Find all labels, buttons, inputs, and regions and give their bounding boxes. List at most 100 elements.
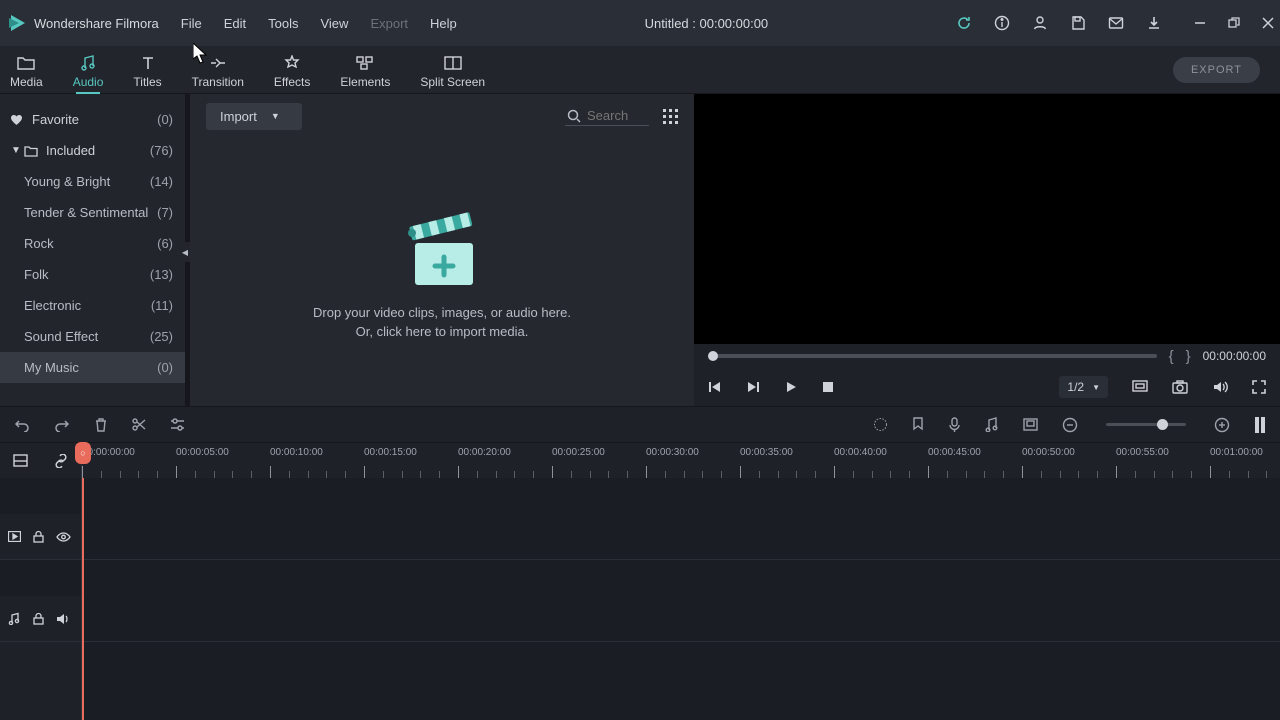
zoom-fit-icon[interactable] — [1254, 416, 1266, 434]
preview-scrubber[interactable] — [708, 354, 1157, 358]
account-icon[interactable] — [1032, 15, 1048, 31]
media-panel: Import ▼ Drop your video clips, im — [190, 94, 694, 406]
ruler-label: 00:01:00:00 — [1210, 447, 1263, 458]
link-icon[interactable] — [53, 454, 69, 468]
preview-timecode: 00:00:00:00 — [1203, 349, 1266, 363]
menu-help[interactable]: Help — [430, 16, 457, 31]
text-icon — [140, 54, 156, 72]
mail-icon[interactable] — [1108, 15, 1124, 31]
ruler-label: 00:00:40:00 — [834, 447, 887, 458]
volume-icon[interactable] — [1212, 380, 1228, 394]
sidebar-item-sound-effect[interactable]: Sound Effect(25) — [0, 321, 185, 352]
edit-tools-icon[interactable] — [170, 418, 185, 431]
timeline-ruler[interactable]: 00:00:00:0000:00:05:0000:00:10:0000:00:1… — [82, 443, 1280, 478]
download-icon[interactable] — [1146, 15, 1162, 31]
timeline-zoom-slider[interactable] — [1106, 423, 1186, 426]
tab-titles[interactable]: Titles — [133, 54, 161, 93]
maximize-icon[interactable] — [1228, 17, 1240, 29]
menu-view[interactable]: View — [320, 16, 348, 31]
audio-mixer-icon[interactable] — [985, 417, 999, 432]
elements-icon — [356, 54, 374, 72]
sidebar-item-my-music[interactable]: My Music(0) — [0, 352, 185, 383]
lock-icon[interactable] — [33, 612, 44, 625]
chevron-down-icon: ▼ — [1092, 383, 1100, 392]
timeline-toolbar — [0, 406, 1280, 442]
tab-media[interactable]: Media — [10, 54, 43, 93]
ruler-label: 00:00:35:00 — [740, 447, 793, 458]
ruler-label: 00:00:30:00 — [646, 447, 699, 458]
playhead[interactable]: ○ — [82, 478, 84, 720]
snapshot-icon[interactable] — [1172, 380, 1188, 394]
export-button: EXPORT — [1173, 57, 1260, 83]
tab-elements[interactable]: Elements — [340, 54, 390, 93]
tab-split-screen[interactable]: Split Screen — [420, 54, 485, 93]
sidebar-item-young-bright[interactable]: Young & Bright(14) — [0, 166, 185, 197]
tab-effects[interactable]: Effects — [274, 54, 310, 93]
fullscreen-icon[interactable] — [1252, 380, 1266, 394]
undo-icon[interactable] — [14, 418, 30, 432]
close-icon[interactable] — [1262, 17, 1274, 29]
drop-text-1: Drop your video clips, images, or audio … — [313, 303, 571, 323]
visibility-icon[interactable] — [56, 532, 71, 542]
redo-icon[interactable] — [54, 418, 70, 432]
playhead-handle[interactable]: ○ — [75, 442, 91, 464]
ruler-label: 00:00:25:00 — [552, 447, 605, 458]
app-logo-icon — [6, 12, 28, 34]
sidebar-item-included[interactable]: ▼ Included (76) — [0, 135, 185, 166]
mark-out-brace[interactable]: } — [1186, 348, 1191, 365]
collapse-sidebar-handle[interactable]: ◀ — [180, 242, 190, 262]
media-drop-zone[interactable]: Drop your video clips, images, or audio … — [190, 138, 694, 406]
preview-zoom-select[interactable]: 1/2 ▼ — [1059, 376, 1108, 398]
sidebar-item-tender-sentimental[interactable]: Tender & Sentimental(7) — [0, 197, 185, 228]
marker-icon[interactable] — [912, 417, 924, 432]
menu-tools[interactable]: Tools — [268, 16, 298, 31]
menu-bar: File Edit Tools View Export Help — [181, 16, 457, 31]
next-frame-button[interactable] — [746, 380, 760, 394]
timeline-tracks[interactable]: ○ — [82, 478, 1280, 720]
timeline-ruler-row: 00:00:00:0000:00:05:0000:00:10:0000:00:1… — [0, 442, 1280, 478]
search-icon — [567, 109, 581, 123]
menu-file[interactable]: File — [181, 16, 202, 31]
mute-icon[interactable] — [56, 613, 70, 625]
lock-icon[interactable] — [33, 530, 44, 543]
zoom-in-icon[interactable] — [1214, 417, 1230, 433]
sidebar-item-favorite[interactable]: Favorite (0) — [0, 104, 185, 135]
tab-transition[interactable]: Transition — [192, 54, 244, 93]
voiceover-icon[interactable] — [948, 417, 961, 433]
render-icon[interactable] — [873, 417, 888, 432]
minimize-icon[interactable] — [1194, 17, 1206, 29]
tab-audio[interactable]: Audio — [73, 54, 104, 93]
video-track-head — [0, 514, 81, 560]
timeline-manage-icon[interactable] — [13, 454, 28, 467]
info-icon[interactable] — [994, 15, 1010, 31]
sidebar-item-rock[interactable]: Rock(6) — [0, 228, 185, 259]
save-icon[interactable] — [1070, 15, 1086, 31]
prev-frame-button[interactable] — [708, 380, 722, 394]
zoom-out-icon[interactable] — [1062, 417, 1078, 433]
clapper-icon — [397, 203, 487, 293]
audio-track[interactable] — [82, 596, 1280, 642]
mark-in-brace[interactable]: { — [1169, 348, 1174, 365]
delete-icon[interactable] — [94, 417, 108, 432]
menu-edit[interactable]: Edit — [224, 16, 246, 31]
search-input-wrap[interactable] — [565, 106, 649, 126]
sidebar-item-folk[interactable]: Folk(13) — [0, 259, 185, 290]
music-icon — [79, 54, 97, 72]
search-input[interactable] — [587, 108, 647, 123]
ruler-label: 00:00:50:00 — [1022, 447, 1075, 458]
play-button[interactable] — [784, 380, 798, 394]
sidebar-item-electronic[interactable]: Electronic(11) — [0, 290, 185, 321]
grid-view-icon[interactable] — [663, 109, 678, 124]
split-icon[interactable] — [132, 417, 146, 432]
split-screen-icon — [444, 54, 462, 72]
ruler-label: 00:00:45:00 — [928, 447, 981, 458]
import-button[interactable]: Import ▼ — [206, 103, 302, 130]
video-track[interactable] — [82, 514, 1280, 560]
sync-icon[interactable] — [956, 15, 972, 31]
document-title: Untitled : 00:00:00:00 — [457, 16, 956, 31]
stop-button[interactable] — [822, 381, 834, 393]
crop-icon[interactable] — [1023, 418, 1038, 431]
audio-track-icon — [8, 612, 21, 625]
asset-tabs: Media Audio Titles Transition Effects El… — [0, 46, 1280, 94]
preview-quality-icon[interactable] — [1132, 380, 1148, 394]
